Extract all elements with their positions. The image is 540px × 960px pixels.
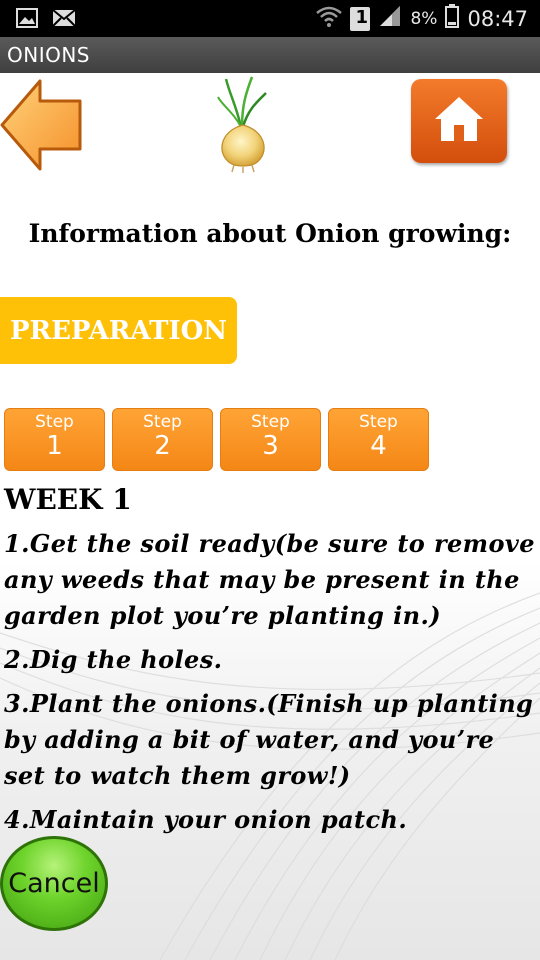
step-4-button[interactable]: Step 4 (328, 408, 429, 471)
back-arrow-icon (0, 79, 82, 171)
step-label: Step (143, 412, 182, 432)
instruction-item: 3.Plant the onions.(Finish up planting b… (4, 689, 534, 790)
home-icon (435, 97, 483, 141)
wifi-icon (316, 5, 343, 32)
instruction-item: 4.Maintain your onion patch. (4, 805, 408, 834)
instructions-list: 1.Get the soil ready(be sure to remove a… (4, 526, 540, 846)
instruction-item: 2.Dig the holes. (4, 645, 223, 674)
preparation-button[interactable]: PREPARATION (0, 297, 237, 364)
cancel-button[interactable]: Cancel (0, 836, 108, 931)
step-number: 3 (262, 431, 279, 461)
info-heading: Information about Onion growing: (28, 219, 512, 248)
sim-badge: 1 (355, 6, 369, 28)
app-title-bar: ONIONS (0, 37, 540, 73)
battery-icon (445, 4, 460, 33)
step-3-button[interactable]: Step 3 (220, 408, 321, 471)
clock: 08:47 (467, 6, 528, 31)
instruction-item: 1.Get the soil ready(be sure to remove a… (4, 529, 535, 630)
step-number: 2 (154, 431, 171, 461)
signal-icon (378, 4, 402, 33)
onion-icon (217, 76, 267, 173)
content-area: Information about Onion growing: PREPARA… (0, 73, 540, 960)
step-number: 4 (370, 431, 387, 461)
status-bar: 1 8% 08:47 (0, 0, 540, 37)
week-title: WEEK 1 (4, 483, 132, 516)
app-title: ONIONS (7, 43, 90, 67)
sim-icon: 1 (350, 6, 371, 31)
steps-row: Step 1 Step 2 Step 3 Step 4 (4, 408, 429, 471)
mail-icon (52, 8, 76, 32)
back-button[interactable] (0, 77, 84, 173)
step-2-button[interactable]: Step 2 (112, 408, 213, 471)
home-button[interactable] (411, 79, 507, 163)
step-label: Step (251, 412, 290, 432)
image-icon (16, 8, 38, 32)
step-label: Step (35, 412, 74, 432)
battery-percent: 8% (410, 8, 438, 29)
onion-logo (212, 75, 274, 175)
step-1-button[interactable]: Step 1 (4, 408, 105, 471)
step-number: 1 (46, 431, 63, 461)
step-label: Step (359, 412, 398, 432)
